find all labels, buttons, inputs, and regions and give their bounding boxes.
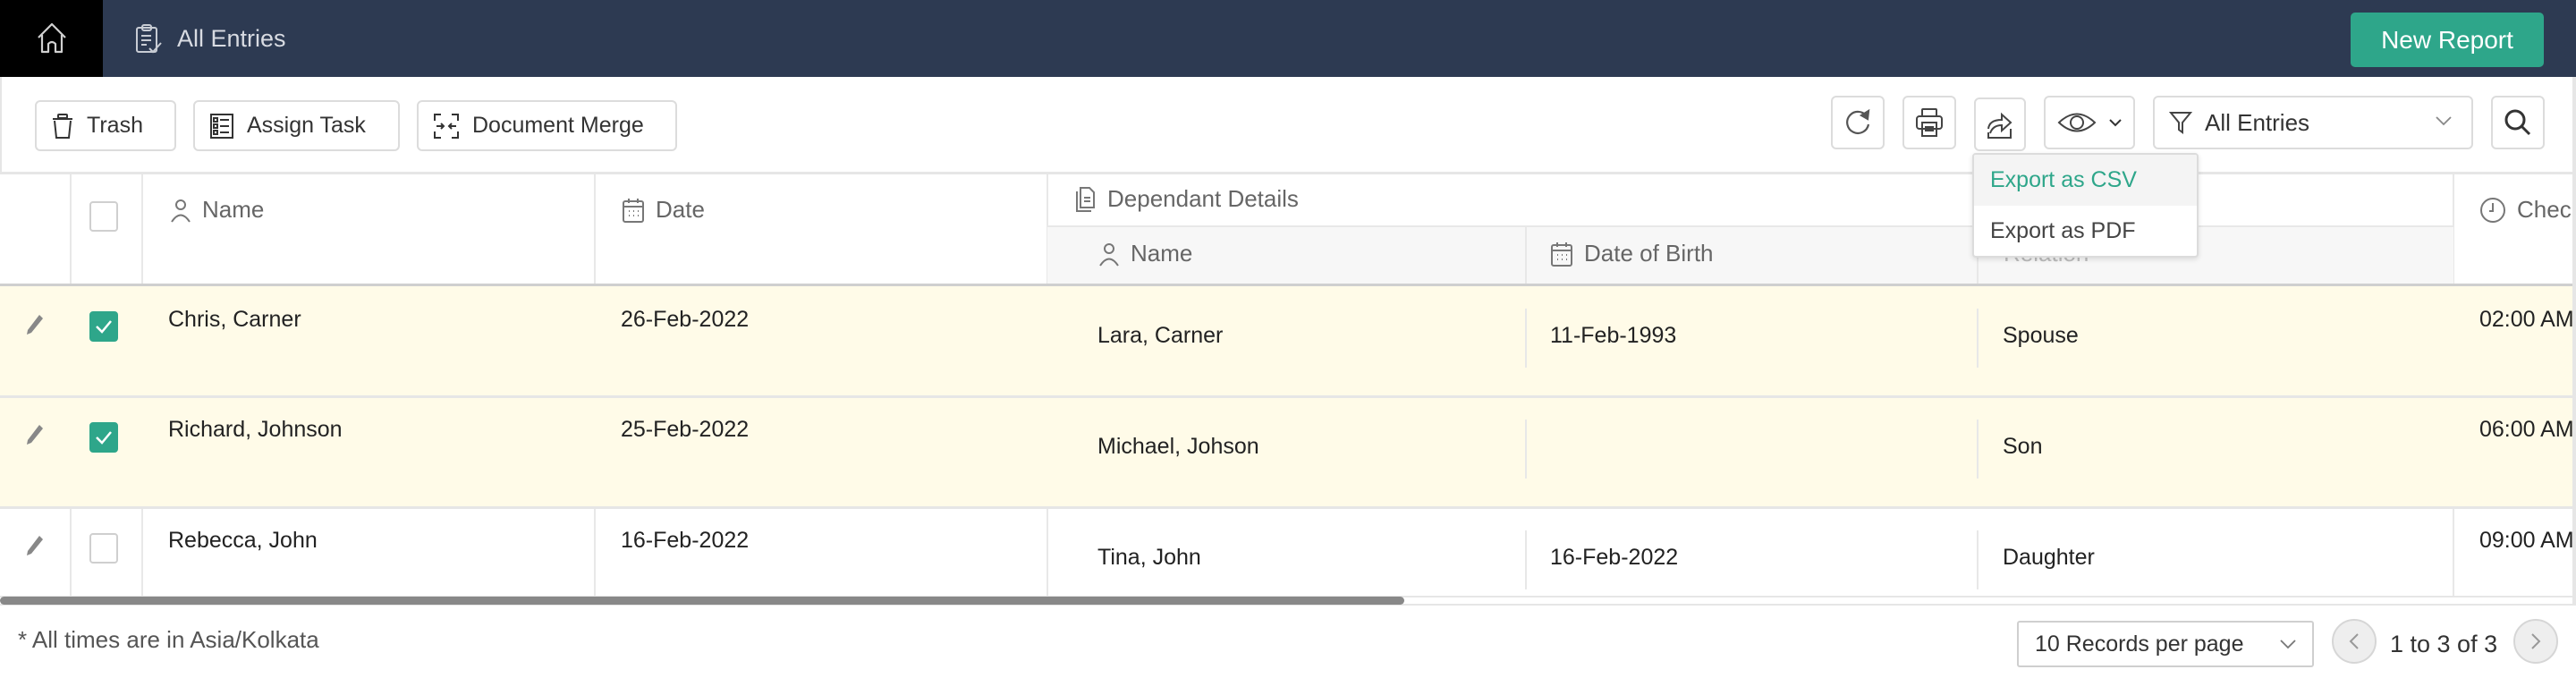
cell-relation: Daughter [2003, 545, 2095, 570]
cell-name: Chris, Carner [168, 307, 301, 332]
row-checkbox[interactable] [89, 311, 118, 342]
cell-relation: Son [2003, 434, 2043, 459]
trash-button[interactable]: Trash [35, 100, 176, 151]
cell-relation: Spouse [2003, 323, 2079, 348]
calendar-icon [1550, 241, 1573, 267]
print-button[interactable] [1902, 96, 1956, 149]
view-options-button[interactable] [2044, 96, 2135, 149]
assign-task-button[interactable]: Assign Task [193, 100, 400, 151]
export-menu: Export as CSV Export as PDF [1972, 153, 2199, 258]
chevron-left-icon [2349, 632, 2360, 650]
cell-date: 26-Feb-2022 [621, 307, 750, 332]
column-header-date-of-birth[interactable]: Date of Birth [1550, 240, 1714, 267]
column-header-dependant-name[interactable]: Name [1098, 240, 1192, 267]
cell-dependant-name: Michael, Johson [1097, 434, 1259, 459]
eye-icon [2057, 111, 2097, 134]
document-merge-label: Document Merge [472, 113, 644, 138]
chevron-down-icon [2280, 639, 2296, 649]
app-title: All Entries [134, 0, 286, 77]
row-checkbox[interactable] [89, 422, 118, 453]
cell-date: 25-Feb-2022 [621, 417, 750, 442]
filter-icon [2169, 110, 2192, 135]
cell-date: 16-Feb-2022 [621, 528, 750, 553]
document-icon [1073, 186, 1097, 213]
assign-task-label: Assign Task [247, 113, 366, 138]
calendar-icon [622, 197, 645, 224]
person-icon [170, 198, 191, 223]
export-csv-item[interactable]: Export as CSV [1974, 155, 2197, 206]
column-group-dependant-details: Dependant Details [1073, 185, 1299, 213]
person-icon [1098, 242, 1120, 267]
chevron-down-icon [2109, 118, 2122, 127]
records-per-page-select[interactable]: 10 Records per page [2017, 621, 2314, 667]
next-page-button[interactable] [2513, 619, 2558, 664]
cell-date-of-birth: 11-Feb-1993 [1550, 323, 1677, 348]
cell-dependant-name: Lara, Carner [1097, 323, 1224, 348]
column-header-date[interactable]: Date [622, 196, 705, 224]
edit-icon[interactable] [25, 313, 45, 336]
cell-check: 06:00 AM [2479, 417, 2574, 442]
select-all-checkbox[interactable] [89, 201, 118, 232]
edit-icon[interactable] [25, 423, 45, 446]
column-header-check[interactable]: Chec [2479, 196, 2572, 224]
document-merge-button[interactable]: Document Merge [417, 100, 677, 151]
cell-dependant-name: Tina, John [1097, 545, 1201, 570]
trash-icon [51, 113, 74, 140]
subcell-divider [1525, 420, 1527, 479]
export-pdf-item[interactable]: Export as PDF [1974, 206, 2197, 256]
subcell-divider [1977, 530, 1979, 589]
edit-icon[interactable] [25, 534, 45, 557]
search-icon [2504, 108, 2532, 137]
subcell-divider [1525, 309, 1527, 368]
column-header-name[interactable]: Name [170, 196, 264, 224]
cell-name: Richard, Johnson [168, 417, 343, 442]
home-icon [34, 21, 70, 56]
home-button[interactable] [0, 0, 103, 77]
records-per-page-value: 10 Records per page [2035, 631, 2244, 657]
timezone-note: * All times are in Asia/Kolkata [18, 626, 319, 653]
row-checkbox[interactable] [89, 533, 118, 564]
table-row[interactable]: Rebecca, John 16-Feb-2022 Tina, John 16-… [0, 509, 2576, 596]
pagination-info: 1 to 3 of 3 [2390, 631, 2498, 657]
column-divider [1525, 225, 1527, 284]
horizontal-scrollbar-thumb[interactable] [0, 597, 1404, 605]
cell-check: 02:00 AM [2479, 307, 2574, 332]
clock-icon [2479, 197, 2506, 224]
search-button[interactable] [2491, 96, 2545, 149]
clipboard-check-icon [134, 23, 163, 54]
page-title: All Entries [177, 24, 286, 52]
chevron-right-icon [2530, 632, 2541, 650]
chevron-down-icon [2436, 115, 2452, 126]
subcell-divider [1525, 530, 1527, 589]
trash-label: Trash [87, 113, 143, 138]
vertical-scrollbar[interactable] [2572, 77, 2576, 605]
cell-date-of-birth: 16-Feb-2022 [1550, 545, 1679, 570]
print-icon [1915, 107, 1944, 138]
table-row[interactable]: Chris, Carner 26-Feb-2022 Lara, Carner 1… [0, 286, 2576, 395]
cell-check: 09:00 AM [2479, 528, 2574, 553]
task-list-icon [209, 113, 234, 140]
export-icon [1986, 109, 2014, 140]
refresh-button[interactable] [1831, 96, 1885, 149]
subcell-divider [1977, 309, 1979, 368]
cell-name: Rebecca, John [168, 528, 318, 553]
filter-select[interactable]: All Entries [2153, 96, 2473, 149]
merge-icon [433, 113, 460, 140]
new-report-button[interactable]: New Report [2351, 13, 2544, 67]
top-bar: All Entries New Report [0, 0, 2576, 77]
refresh-icon [1843, 107, 1873, 138]
subheader-row [1047, 225, 2453, 284]
table-row[interactable]: Richard, Johnson 25-Feb-2022 Michael, Jo… [0, 398, 2576, 506]
filter-selected: All Entries [2205, 108, 2310, 136]
subcell-divider [1977, 420, 1979, 479]
export-button[interactable] [1974, 97, 2026, 151]
previous-page-button[interactable] [2332, 619, 2377, 664]
